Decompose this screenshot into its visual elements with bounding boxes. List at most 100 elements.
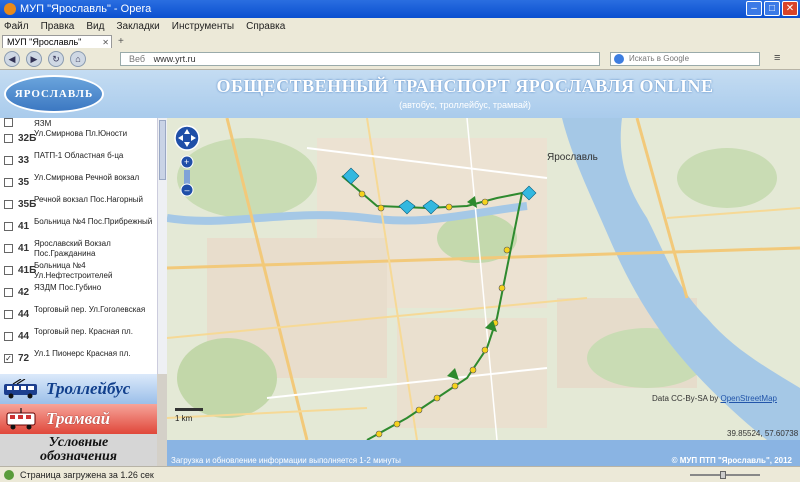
openstreetmap-link[interactable]: OpenStreetMap <box>720 394 776 403</box>
route-checkbox[interactable] <box>4 134 13 143</box>
forward-icon[interactable]: ▶ <box>26 50 42 67</box>
browser-menu-icon[interactable]: ≡ <box>774 52 788 66</box>
footer-copyright: © МУП ПТП "Ярославль", 2012 <box>671 456 792 465</box>
zoom-slider[interactable] <box>680 471 770 479</box>
new-tab-icon[interactable]: + <box>118 36 124 47</box>
status-bar: Страница загружена за 1.26 сек <box>0 466 800 482</box>
route-checkbox[interactable] <box>4 222 13 231</box>
route-item[interactable]: 35Б Речной вокзал Пос.Нагорный <box>0 194 157 216</box>
route-name: Речной вокзал Пос.Нагорный <box>34 195 144 204</box>
route-item[interactable]: 44 Торговый пер. Красная пл. <box>0 326 157 348</box>
map-coordinates: 39.85524, 57.60738 <box>727 429 799 438</box>
route-name: Ул.Смирнова Пл.Юности <box>34 129 128 138</box>
route-checkbox[interactable]: ✓ <box>4 354 13 363</box>
search-placeholder: Искать в Google <box>629 54 690 63</box>
route-item[interactable]: 32Б Ул.Смирнова Пл.Юности <box>0 128 157 150</box>
route-checkbox[interactable] <box>4 118 13 127</box>
opera-icon <box>4 3 16 15</box>
trolleybus-icon <box>2 378 40 400</box>
route-checkbox[interactable] <box>4 288 13 297</box>
svg-text:–: – <box>185 185 190 195</box>
route-list-scrollbar[interactable] <box>157 118 167 374</box>
menu-bar: Файл Правка Вид Закладки Инструменты Спр… <box>0 18 800 34</box>
tab-label: МУП "Ярославль" <box>7 37 82 47</box>
zoom-knob[interactable] <box>720 471 726 479</box>
route-number: 44 <box>18 309 30 320</box>
menu-item-edit[interactable]: Правка <box>41 21 75 32</box>
route-checkbox[interactable] <box>4 310 13 319</box>
route-number: 41 <box>18 221 30 232</box>
route-number: 42 <box>18 287 30 298</box>
svg-text:+: + <box>184 157 189 167</box>
route-item[interactable]: ✓ 72 Ул.1 Пионерс Красная пл. <box>0 348 157 370</box>
attribution-text: Data CC-By-SA by <box>652 394 719 403</box>
minimize-icon[interactable]: – <box>746 1 762 16</box>
route-item[interactable]: 42 ЯЗДМ Пос.Губино <box>0 282 157 304</box>
tram-button[interactable]: Трамвай <box>0 404 157 434</box>
map-scale: 1 km <box>175 414 193 423</box>
window-titlebar: МУП "Ярославль" - Opera – □ ✕ <box>0 0 800 18</box>
scrollbar-thumb[interactable] <box>159 120 166 180</box>
back-icon[interactable]: ◀ <box>4 50 20 67</box>
map-zoom-control[interactable]: + – <box>173 124 201 200</box>
tab-bar: МУП "Ярославль" ✕ + <box>0 34 800 48</box>
route-name: ЯЗДМ Пос.Губино <box>34 283 102 292</box>
address-url: www.yrt.ru <box>153 54 196 64</box>
route-number: 33 <box>18 155 30 166</box>
route-name: Ярославский Вокзал Пос.Гражданина <box>34 239 111 258</box>
menu-item-file[interactable]: Файл <box>4 21 29 32</box>
browser-tab[interactable]: МУП "Ярославль" ✕ <box>2 35 112 48</box>
route-item[interactable]: 35 Ул.Смирнова Речной вокзал <box>0 172 157 194</box>
reload-icon[interactable]: ↻ <box>48 50 64 67</box>
tab-close-icon[interactable]: ✕ <box>102 38 111 47</box>
maximize-icon[interactable]: □ <box>764 1 780 16</box>
address-prefix: Веб <box>129 54 146 64</box>
route-item[interactable]: 41 Ярославский Вокзал Пос.Гражданина <box>0 238 157 260</box>
route-checkbox[interactable] <box>4 266 13 275</box>
trolleybus-button[interactable]: Троллейбус <box>0 374 157 404</box>
route-list: ЯЗМ 32Б Ул.Смирнова Пл.Юности 33 ПАТП-1 … <box>0 118 157 374</box>
legend-button[interactable]: Условные обозначения <box>0 434 157 466</box>
route-item[interactable]: 44 Торговый пер. Ул.Гоголевская <box>0 304 157 326</box>
trolleybus-label: Троллейбус <box>46 379 131 398</box>
close-icon[interactable]: ✕ <box>782 1 798 16</box>
route-checkbox[interactable] <box>4 200 13 209</box>
route-number: 72 <box>18 353 30 364</box>
google-icon <box>614 54 624 64</box>
window-controls: – □ ✕ <box>746 1 798 16</box>
site-logo[interactable]: ЯРОСЛАВЛЬ <box>4 75 104 113</box>
search-input[interactable]: Искать в Google <box>610 52 760 66</box>
footer-info: Загрузка и обновление информации выполня… <box>171 456 401 465</box>
map-city-label: Ярославль <box>547 152 598 163</box>
menu-item-view[interactable]: Вид <box>86 21 104 32</box>
page-title: ОБЩЕСТВЕННЫЙ ТРАНСПОРТ ЯРОСЛАВЛЯ ONLINE <box>216 76 714 96</box>
menu-item-help[interactable]: Справка <box>246 21 285 32</box>
page-subtitle: (автобус, троллейбус, трамвай) <box>399 100 531 110</box>
tram-label: Трамвай <box>46 409 111 428</box>
route-name: Торговый пер. Ул.Гоголевская <box>34 305 146 314</box>
legend-label: Условные обозначения <box>40 435 117 464</box>
window-title: МУП "Ярославль" - Opera <box>20 3 152 15</box>
route-checkbox[interactable] <box>4 244 13 253</box>
route-name: Торговый пер. Красная пл. <box>34 327 133 336</box>
address-bar[interactable]: Веб www.yrt.ru <box>120 52 600 66</box>
route-name: ПАТП-1 Областная б-ца <box>34 151 124 160</box>
menu-item-tools[interactable]: Инструменты <box>172 21 234 32</box>
home-icon[interactable]: ⌂ <box>70 50 86 67</box>
route-checkbox[interactable] <box>4 156 13 165</box>
route-name: Больница №4 Пос.Прибрежный <box>34 217 153 226</box>
route-number: 44 <box>18 331 30 342</box>
map-view[interactable]: Ярославль + – 1 km Data CC-By-SA by Open… <box>167 118 800 440</box>
tram-icon <box>2 408 40 430</box>
route-checkbox[interactable] <box>4 178 13 187</box>
menu-item-bookmarks[interactable]: Закладки <box>116 21 159 32</box>
map-attribution: Data CC-By-SA by OpenStreetMap <box>652 394 777 403</box>
route-name: Больница №4 Ул.Нефтестроителей <box>34 261 113 280</box>
route-name: Ул.Смирнова Речной вокзал <box>34 173 140 182</box>
route-item[interactable]: 41 Больница №4 Пос.Прибрежный <box>0 216 157 238</box>
map-canvas[interactable]: Ярославль <box>167 118 800 440</box>
route-checkbox[interactable] <box>4 332 13 341</box>
page-footer: Загрузка и обновление информации выполня… <box>167 440 800 466</box>
route-item[interactable]: 41Б Больница №4 Ул.Нефтестроителей <box>0 260 157 282</box>
route-item[interactable]: 33 ПАТП-1 Областная б-ца <box>0 150 157 172</box>
